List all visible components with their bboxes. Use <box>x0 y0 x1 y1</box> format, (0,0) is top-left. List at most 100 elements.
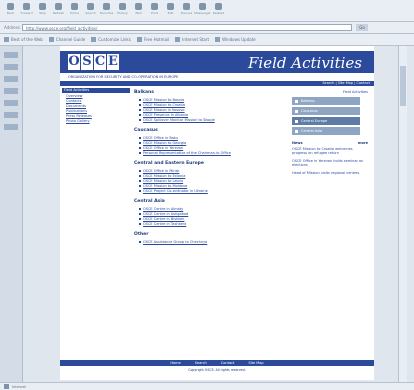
list-item[interactable]: OSCE Office in Baku <box>139 136 284 140</box>
left-nav-item[interactable]: Documents <box>66 104 132 108</box>
section-title: Caucasus <box>134 128 158 133</box>
list-item[interactable]: OSCE Mission to Moldova <box>139 184 284 188</box>
osce-logo[interactable]: O S C E <box>68 54 119 70</box>
home-icon <box>71 3 78 10</box>
news-item[interactable]: OSCE Office in Yerevan holds seminar on … <box>292 159 368 167</box>
list-item[interactable]: OSCE Mission to Croatia <box>139 103 284 107</box>
related-button[interactable]: Related <box>211 0 226 20</box>
mail-button[interactable]: Mail <box>131 0 146 20</box>
left-nav-item[interactable]: Contacts <box>66 99 132 103</box>
news-item[interactable]: OSCE Mission to Croatia welcomes progres… <box>292 147 368 155</box>
explorer-item[interactable] <box>4 100 18 106</box>
list-item[interactable]: OSCE Centre in Ashgabad <box>139 212 284 216</box>
url-input[interactable]: http://www.osce.org/field_activities/ <box>22 24 352 31</box>
address-label: Address <box>4 25 20 30</box>
sidebar-button-balkans[interactable]: Balkans <box>292 97 360 105</box>
link-internet-start[interactable]: Internet Start <box>175 37 209 42</box>
edit-button[interactable]: Edit <box>163 0 178 20</box>
bullet-icon <box>139 175 141 177</box>
bullet-icon <box>139 241 141 243</box>
list-item[interactable]: OSCE Centre in Almaty <box>139 207 284 211</box>
explorer-item[interactable] <box>4 76 18 82</box>
sidebar-button-caucasus[interactable]: Caucasus <box>292 107 360 115</box>
discuss-button[interactable]: Discuss <box>179 0 194 20</box>
footer-link-sitemap[interactable]: Site Map <box>248 361 263 365</box>
scroll-thumb[interactable] <box>400 66 406 106</box>
explorer-pane <box>0 46 23 382</box>
page-icon <box>136 37 142 42</box>
left-nav-item[interactable]: Overview <box>66 94 132 98</box>
list-item[interactable]: OSCE Project Co-ordinator in Ukraine <box>139 189 284 193</box>
top-nav-links[interactable]: Search | Site Map | Contact <box>322 81 370 86</box>
go-button[interactable]: Go <box>356 24 368 31</box>
refresh-button[interactable]: Refresh <box>51 0 66 20</box>
left-nav-item[interactable]: Publications <box>66 109 132 113</box>
page-icon <box>175 37 181 42</box>
news-more-link[interactable]: more <box>358 141 368 145</box>
forward-button[interactable]: Forward <box>19 0 34 20</box>
bullet-icon <box>139 119 141 121</box>
page-icon <box>91 37 97 42</box>
bullet-icon <box>139 152 141 154</box>
bullet-icon <box>139 190 141 192</box>
explorer-item[interactable] <box>4 64 18 70</box>
list-item[interactable]: OSCE Office in Yerevan <box>139 146 284 150</box>
explorer-item[interactable] <box>4 88 18 94</box>
left-navigation: Field Activities Overview Contacts Docum… <box>62 88 132 123</box>
left-nav-item[interactable]: Press Releases <box>66 114 132 118</box>
list-item[interactable]: OSCE Centre in Tashkent <box>139 222 284 226</box>
print-button[interactable]: Print <box>147 0 162 20</box>
link-free-hotmail[interactable]: Free Hotmail <box>136 37 169 42</box>
list-item[interactable]: OSCE Assistance Group to Chechnya <box>139 240 284 244</box>
footer-link-contact[interactable]: Contact <box>221 361 235 365</box>
footer-link-search[interactable]: Search <box>195 361 207 365</box>
internet-zone-icon <box>4 384 9 389</box>
list-item[interactable]: OSCE Mission to Estonia <box>139 174 284 178</box>
list-item[interactable]: OSCE Centre in Bishkek <box>139 217 284 221</box>
sidebar-button-central-asia[interactable]: Central Asia <box>292 127 360 135</box>
search-button[interactable]: Search <box>83 0 98 20</box>
favorites-button[interactable]: Favorites <box>99 0 114 20</box>
back-button[interactable]: Back <box>3 0 18 20</box>
link-windows-update[interactable]: Windows Update <box>215 37 256 42</box>
list-item[interactable]: Personal Representative of the Chairman-… <box>139 151 284 155</box>
explorer-item[interactable] <box>4 124 18 130</box>
list-item[interactable]: OSCE Mission in Kosovo <box>139 108 284 112</box>
left-nav-header[interactable]: Field Activities <box>62 88 130 93</box>
links-bar: Best of the Web Channel Guide Customize … <box>0 34 414 46</box>
browser-toolbar: Back Forward Stop Refresh Home Search Fa… <box>0 0 414 22</box>
bullet-icon <box>139 147 141 149</box>
bullet-icon <box>139 109 141 111</box>
sidebar-button-central-europe[interactable]: Central Europe <box>292 117 360 125</box>
bullet-icon <box>139 180 141 182</box>
history-button[interactable]: History <box>115 0 130 20</box>
messenger-button[interactable]: Messenger <box>194 0 211 20</box>
main-content: Balkans OSCE Mission to Bosnia OSCE Miss… <box>134 90 284 250</box>
star-icon <box>103 3 110 10</box>
news-item[interactable]: Head of Mission visits regional centres <box>292 171 368 175</box>
link-channel-guide[interactable]: Channel Guide <box>48 37 85 42</box>
explorer-item[interactable] <box>4 112 18 118</box>
list-item[interactable]: OSCE Mission to Georgia <box>139 141 284 145</box>
section-title: Central and Eastern Europe <box>134 161 204 166</box>
arrow-icon <box>295 99 298 103</box>
forward-arrow-icon <box>23 3 30 10</box>
sidebar-top-label: Field Activities <box>342 90 368 94</box>
left-nav-item[interactable]: Photo Gallery <box>66 119 132 123</box>
vertical-scrollbar[interactable] <box>398 46 407 382</box>
mail-icon <box>135 3 142 10</box>
explorer-item[interactable] <box>4 52 18 58</box>
link-customize-links[interactable]: Customize Links <box>91 37 131 42</box>
top-nav-strip: Search | Site Map | Contact <box>60 81 374 86</box>
list-item[interactable]: OSCE Mission to Latvia <box>139 179 284 183</box>
list-item[interactable]: OSCE Presence in Albania <box>139 113 284 117</box>
list-item[interactable]: OSCE Spillover Monitor Mission to Skopje <box>139 118 284 122</box>
list-item[interactable]: OSCE Office in Minsk <box>139 169 284 173</box>
home-button[interactable]: Home <box>67 0 82 20</box>
bullet-icon <box>139 213 141 215</box>
footer-link-home[interactable]: Home <box>170 361 180 365</box>
stop-button[interactable]: Stop <box>35 0 50 20</box>
address-bar: Address http://www.osce.org/field_activi… <box>0 22 414 34</box>
list-item[interactable]: OSCE Mission to Bosnia <box>139 98 284 102</box>
link-best-of-web[interactable]: Best of the Web <box>4 37 43 42</box>
